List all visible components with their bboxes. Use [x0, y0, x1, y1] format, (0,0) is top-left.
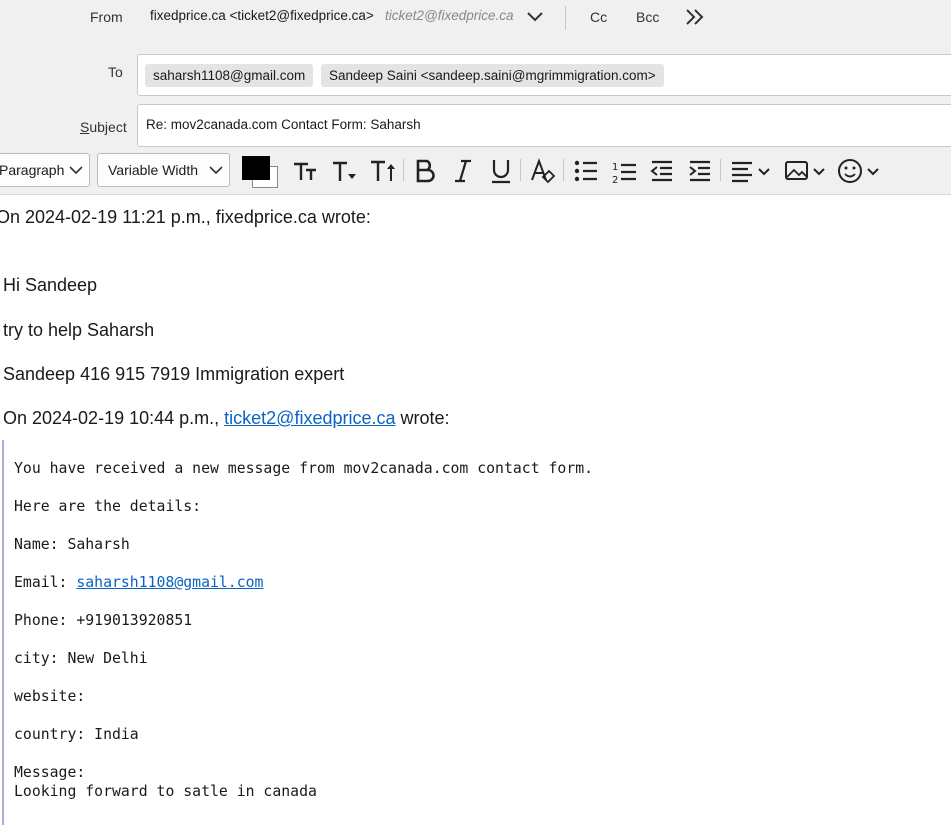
font-face-select[interactable]: Variable Width — [97, 153, 230, 187]
quoted-line: Phone: +919013920851 — [14, 612, 193, 629]
body-line: try to help Saharsh — [3, 320, 155, 340]
quoted-line: country: India — [14, 726, 139, 743]
font-size-larger-icon[interactable] — [368, 153, 398, 187]
underline-icon[interactable] — [488, 153, 514, 187]
font-size-smaller-icon[interactable] — [292, 153, 320, 187]
recipient-pill[interactable]: saharsh1108@gmail.com — [145, 64, 314, 87]
alignment-menu-icon[interactable] — [729, 153, 773, 187]
paragraph-format-value: Paragraph — [0, 162, 65, 178]
sender-email-link[interactable]: ticket2@fixedprice.ca — [224, 408, 395, 428]
divider — [563, 159, 564, 181]
svg-text:1: 1 — [612, 162, 618, 173]
divider — [520, 159, 521, 181]
blockquote-bar — [2, 440, 4, 825]
font-size-default-icon[interactable] — [330, 153, 360, 187]
bulleted-list-icon[interactable] — [573, 153, 599, 187]
divider — [403, 159, 404, 181]
font-face-value: Variable Width — [108, 162, 199, 178]
from-label: From — [90, 9, 123, 25]
quoted-line: Name: Saharsh — [14, 536, 130, 553]
quoted-line: Here are the details: — [14, 498, 202, 515]
quoted-line: Looking forward to satle in canada — [14, 783, 317, 800]
quote-attribution-prefix: On 2024-02-19 10:44 p.m., — [3, 408, 225, 428]
text-color-swatch[interactable] — [242, 156, 270, 180]
paragraph-format-select[interactable]: Paragraph — [0, 153, 90, 187]
to-field[interactable]: saharsh1108@gmail.com Sandeep Saini <san… — [137, 54, 951, 96]
subject-label: Subject — [80, 119, 127, 135]
insert-image-menu-icon[interactable] — [783, 153, 829, 187]
quoted-email-label: Email: — [14, 574, 77, 591]
body-line: Sandeep 416 915 7919 Immigration expert — [3, 364, 345, 384]
cc-button[interactable]: Cc — [590, 9, 607, 25]
message-body-editor[interactable]: On 2024-02-19 11:21 p.m., fixedprice.ca … — [0, 195, 951, 825]
quoted-line: city: New Delhi — [14, 650, 148, 667]
compose-header: From fixedprice.ca <ticket2@fixedprice.c… — [0, 0, 951, 152]
numbered-list-icon[interactable]: 12 — [610, 153, 638, 187]
subject-label-rest: ubject — [89, 119, 127, 135]
insert-emoji-menu-icon[interactable] — [836, 153, 882, 187]
bold-icon[interactable] — [413, 153, 439, 187]
subject-input[interactable]: Re: mov2canada.com Contact Form: Saharsh — [137, 104, 951, 147]
recipient-pill[interactable]: Sandeep Saini <sandeep.saini@mgrimmigrat… — [321, 64, 664, 87]
outdent-icon[interactable] — [648, 153, 676, 187]
indent-icon[interactable] — [686, 153, 714, 187]
italic-icon[interactable] — [451, 153, 475, 187]
svg-text:2: 2 — [612, 175, 618, 186]
divider — [720, 159, 721, 181]
reply-attribution: On 2024-02-19 11:21 p.m., fixedprice.ca … — [0, 207, 371, 227]
divider — [565, 6, 566, 30]
to-label: To — [108, 64, 123, 80]
quoted-email-line: Email: saharsh1108@gmail.com — [14, 574, 263, 591]
chevron-down-icon — [69, 166, 83, 175]
quoted-line: Message: — [14, 764, 86, 781]
subject-value[interactable]: Re: mov2canada.com Contact Form: Saharsh — [146, 117, 421, 132]
bcc-button[interactable]: Bcc — [636, 9, 659, 25]
subject-label-accesskey: S — [80, 119, 90, 135]
from-address-hint: ticket2@fixedprice.ca — [385, 8, 514, 23]
quote-attribution: On 2024-02-19 10:44 p.m., ticket2@fixedp… — [3, 408, 450, 429]
from-identity-select[interactable]: fixedprice.ca <ticket2@fixedprice.ca> — [150, 8, 374, 23]
chevron-down-icon[interactable] — [524, 8, 546, 26]
more-fields-icon[interactable] — [684, 7, 706, 27]
chevron-down-icon — [209, 166, 223, 175]
formatting-toolbar: Paragraph Variable Width 12 — [0, 152, 951, 195]
quoted-email-link[interactable]: saharsh1108@gmail.com — [76, 574, 263, 591]
body-line: Hi Sandeep — [3, 275, 98, 295]
quoted-line: website: — [14, 688, 86, 705]
clear-formatting-icon[interactable] — [529, 153, 557, 187]
quoted-line: You have received a new message from mov… — [14, 460, 594, 477]
quote-attribution-suffix: wrote: — [395, 408, 450, 428]
